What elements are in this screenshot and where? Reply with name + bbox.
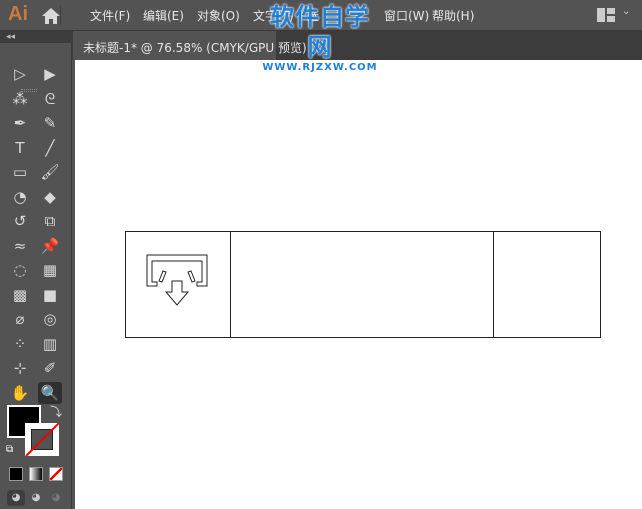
rectangle-tool[interactable]: ▭ — [8, 161, 32, 183]
paintbrush-tool[interactable]: 🖌 — [38, 161, 62, 183]
artboard-tool[interactable]: ⊹ — [8, 357, 32, 379]
line-tool[interactable]: ╱ — [38, 137, 62, 159]
download-tray-icon — [146, 254, 208, 306]
stroke-swatch[interactable] — [25, 423, 59, 456]
zoom-tool[interactable]: 🔍 — [38, 381, 62, 404]
watermark-title: 软件自学网 — [270, 3, 370, 61]
none-mode-button[interactable] — [49, 467, 63, 481]
artboard[interactable] — [75, 60, 642, 509]
menu-edit[interactable]: 编辑(E) — [143, 7, 184, 24]
color-mode-button[interactable] — [9, 467, 23, 481]
hand-tool[interactable]: ✋ — [8, 382, 32, 404]
eraser-tool[interactable]: ◆ — [38, 186, 62, 208]
puppet-warp-tool[interactable]: 📌 — [38, 235, 62, 257]
pen-tool[interactable]: ✒ — [8, 112, 32, 134]
workspace-layout-icon[interactable] — [597, 8, 615, 22]
magic-wand-tool[interactable]: ⁂ — [8, 88, 32, 110]
eyedropper-tool[interactable]: ⌀ — [8, 308, 32, 330]
swap-fill-stroke-icon[interactable]: ⤵ — [50, 403, 62, 420]
document-tab[interactable]: 未标题-1* @ 76.58% (CMYK/GPU 预览) — [73, 31, 307, 60]
slice-tool[interactable]: ✐ — [38, 357, 62, 379]
menu-help[interactable]: 帮助(H) — [432, 7, 474, 24]
symbol-sprayer-tool[interactable]: ⁘ — [8, 333, 32, 355]
app-logo: Ai — [8, 3, 28, 25]
collapse-panel-icon[interactable]: ◂◂ — [6, 32, 15, 42]
shape-builder-tool[interactable]: ◌ — [8, 259, 32, 281]
chevron-down-icon[interactable]: ⌄ — [622, 6, 630, 17]
type-tool[interactable]: T — [8, 137, 32, 159]
lasso-tool[interactable]: ᘓ — [38, 88, 62, 110]
mesh-tool[interactable]: ▩ — [8, 284, 32, 306]
curvature-tool[interactable]: ✎ — [38, 112, 62, 134]
menu-file[interactable]: 文件(F) — [90, 7, 130, 24]
gradient-tool[interactable]: ■ — [38, 284, 62, 306]
draw-normal-icon[interactable]: ◕ — [7, 490, 25, 506]
menu-object[interactable]: 对象(O) — [197, 7, 240, 24]
column-graph-tool[interactable]: ▥ — [38, 333, 62, 355]
default-fill-stroke-icon[interactable]: ⧉ — [6, 444, 13, 455]
blend-tool[interactable]: ◎ — [38, 308, 62, 330]
divider-line — [493, 231, 494, 338]
shaper-tool[interactable]: ◔ — [8, 186, 32, 208]
home-icon[interactable] — [40, 6, 62, 26]
menu-divider — [60, 6, 61, 25]
direct-selection-tool[interactable]: ▶ — [38, 63, 62, 85]
menu-window[interactable]: 窗口(W) — [384, 7, 429, 24]
watermark-url: WWW.RJZXW.COM — [262, 62, 378, 73]
warp-tool[interactable]: ≈ — [8, 235, 32, 257]
draw-inside-icon[interactable]: ◕ — [47, 490, 65, 506]
selection-tool[interactable]: ▷ — [8, 63, 32, 85]
watermark: 软件自学网 WWW.RJZXW.COM — [258, 2, 382, 74]
rotate-tool[interactable]: ↺ — [8, 210, 32, 232]
draw-behind-icon[interactable]: ◕ — [27, 490, 45, 506]
scale-tool[interactable]: ⧉ — [38, 210, 62, 232]
divider-line — [230, 231, 231, 338]
gradient-mode-button[interactable] — [29, 467, 43, 481]
perspective-grid-tool[interactable]: ▦ — [38, 259, 62, 281]
